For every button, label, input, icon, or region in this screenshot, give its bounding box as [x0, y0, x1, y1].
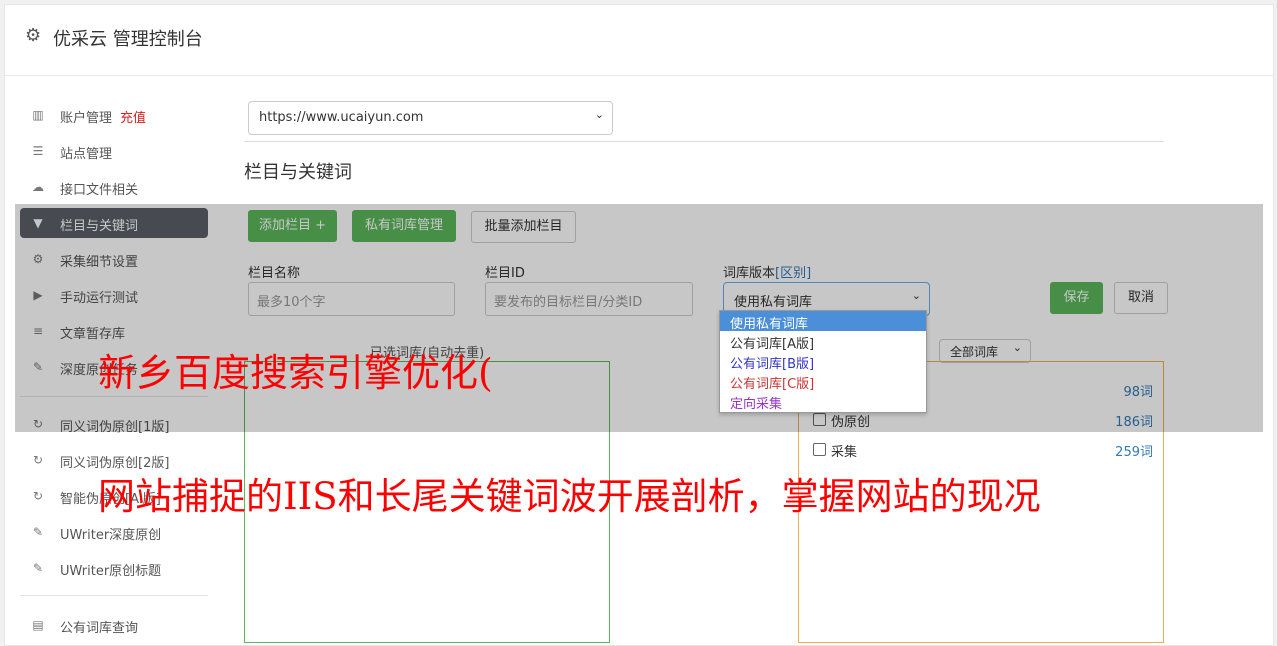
server-icon: ☰ — [32, 144, 44, 158]
dropdown-option-label: 定向采集 — [730, 397, 783, 412]
dropdown-option-label: 公有词库[B版] — [730, 357, 815, 372]
dropdown-option[interactable]: 公有词库[C版] — [720, 371, 926, 392]
section-title: 栏目与关键词 — [244, 162, 352, 183]
edit-icon: ✎ — [32, 561, 44, 575]
lib-count[interactable]: 259词 — [1115, 441, 1153, 460]
book-icon: ▤ — [32, 618, 44, 632]
sidebar-item-label: 接口文件相关 — [60, 183, 139, 198]
chevron-down-icon: ⌄ — [594, 108, 604, 121]
lib-checkbox[interactable] — [813, 443, 826, 456]
refresh-icon: ↻ — [32, 453, 44, 467]
sidebar-item-label: 公有词库查询 — [60, 621, 139, 636]
overlay-subline: 网站捕捉的IIS和长尾关键词波开展剖析，掌握网站的现况 — [98, 475, 1041, 518]
recharge-link[interactable]: 充值 — [120, 107, 146, 126]
dropdown-option[interactable]: 定向采集 — [720, 391, 926, 412]
sidebar-item-label: 账户管理 — [60, 111, 113, 126]
sidebar-item[interactable]: ☰ 站点管理 — [20, 136, 208, 166]
divider — [244, 141, 1164, 142]
edit-icon: ✎ — [32, 525, 44, 539]
sidebar-item-label: UWriter深度原创 — [60, 528, 162, 543]
dropdown-option[interactable]: 公有词库[B版] — [720, 351, 926, 372]
site-select[interactable]: https://www.ucaiyun.com ⌄ — [248, 101, 613, 135]
dim-overlay — [15, 204, 1263, 432]
dropdown-option-label: 公有词库[A版] — [730, 337, 815, 352]
dropdown-option-label: 使用私有词库 — [730, 317, 809, 332]
overlay-headline: 新乡百度搜索引擎优化( — [98, 351, 493, 395]
lib-row: 采集 259词 — [813, 440, 1153, 462]
cloud-upload-icon: ☁ — [32, 180, 44, 194]
app-title: 优采云 管理控制台 — [53, 29, 203, 50]
sidebar-item-label: 站点管理 — [60, 147, 113, 162]
gear-icon: ⚙ — [25, 25, 42, 46]
sidebar-item[interactable]: ✎ UWriter原创标题 — [20, 553, 208, 583]
lib-name: 采集 — [831, 445, 858, 460]
version-dropdown[interactable]: 使用私有词库 公有词库[A版] 公有词库[B版] 公有词库[C版] 定向采集 — [719, 310, 927, 413]
site-select-value: https://www.ucaiyun.com — [259, 110, 424, 125]
dropdown-option[interactable]: 使用私有词库 — [720, 311, 926, 332]
dropdown-option[interactable]: 公有词库[A版] — [720, 331, 926, 352]
refresh-icon: ↻ — [32, 489, 44, 503]
top-header: ⚙ 优采云 管理控制台 — [5, 5, 1273, 76]
sidebar-item-label: UWriter原创标题 — [60, 564, 162, 579]
dropdown-option-label: 公有词库[C版] — [730, 377, 815, 392]
sidebar-divider — [20, 595, 208, 596]
sidebar-item[interactable]: ✎ UWriter深度原创 — [20, 517, 208, 547]
sidebar-item[interactable]: ▥ 账户管理 充值 — [20, 100, 208, 130]
bar-chart-icon: ▥ — [32, 108, 44, 122]
sidebar-item[interactable]: ☁ 接口文件相关 — [20, 172, 208, 202]
